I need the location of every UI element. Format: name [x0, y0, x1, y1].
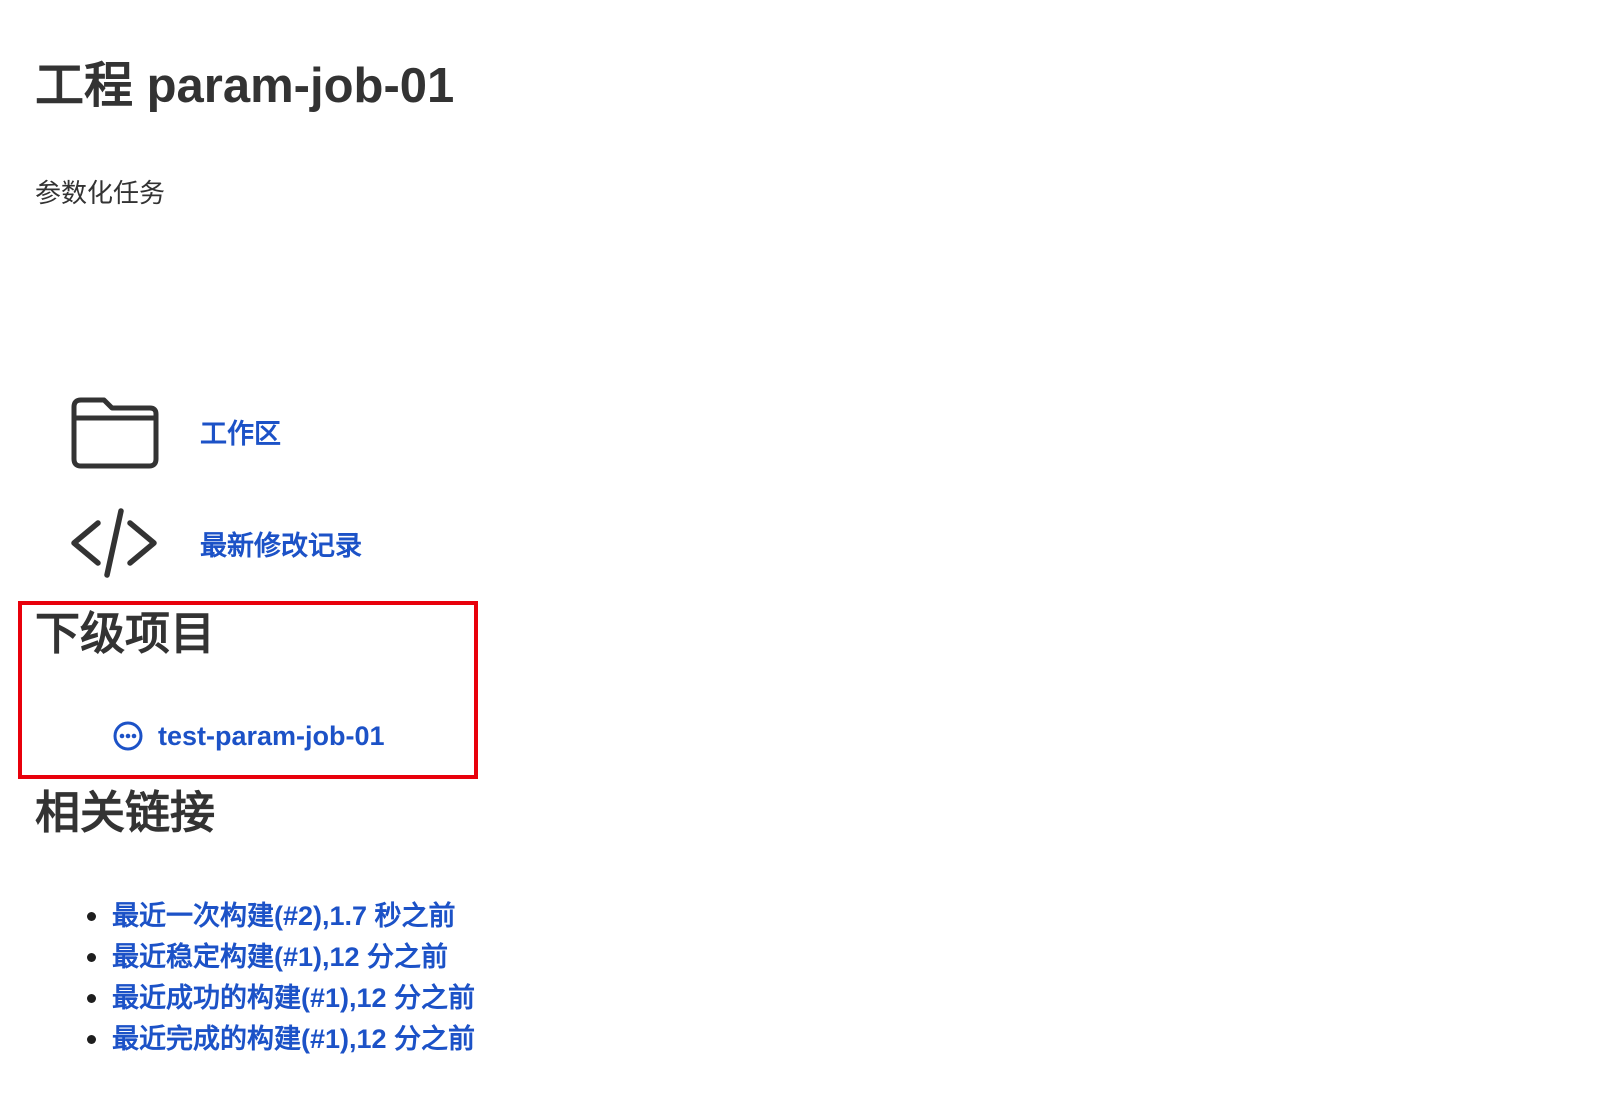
changes-action[interactable]: 最新修改记录	[68, 503, 362, 583]
last-build-link[interactable]: 最近一次构建(#2),1.7 秒之前	[112, 901, 456, 931]
last-completed-build-link[interactable]: 最近完成的构建(#1),12 分之前	[112, 1024, 475, 1054]
bullet-icon	[87, 912, 96, 921]
related-links-list: 最近一次构建(#2),1.7 秒之前 最近稳定构建(#1),12 分之前 最近成…	[0, 896, 475, 1060]
last-successful-build-link[interactable]: 最近成功的构建(#1),12 分之前	[112, 983, 475, 1013]
list-item: 最近稳定构建(#1),12 分之前	[0, 937, 475, 978]
project-page: 工程 param-job-01 参数化任务 工作区 最新修改记录 下级项目 te…	[0, 0, 1602, 1112]
related-links-heading: 相关链接	[35, 787, 216, 838]
list-item: 最近成功的构建(#1),12 分之前	[0, 978, 475, 1019]
list-item: 最近一次构建(#2),1.7 秒之前	[0, 896, 475, 937]
workspace-action[interactable]: 工作区	[68, 391, 281, 471]
bullet-icon	[87, 994, 96, 1003]
status-pending-icon	[112, 720, 144, 752]
changes-link[interactable]: 最新修改记录	[200, 524, 362, 563]
list-item: 最近完成的构建(#1),12 分之前	[0, 1019, 475, 1060]
subproject-item[interactable]: test-param-job-01	[112, 720, 385, 752]
last-stable-build-link[interactable]: 最近稳定构建(#1),12 分之前	[112, 942, 448, 972]
folder-icon	[68, 391, 160, 471]
bullet-icon	[87, 1035, 96, 1044]
project-description: 参数化任务	[35, 178, 166, 208]
subprojects-heading: 下级项目	[35, 608, 216, 659]
bullet-icon	[87, 953, 96, 962]
subproject-link[interactable]: test-param-job-01	[158, 721, 385, 752]
workspace-link[interactable]: 工作区	[200, 412, 281, 451]
code-icon	[68, 503, 160, 583]
page-title: 工程 param-job-01	[35, 59, 455, 113]
